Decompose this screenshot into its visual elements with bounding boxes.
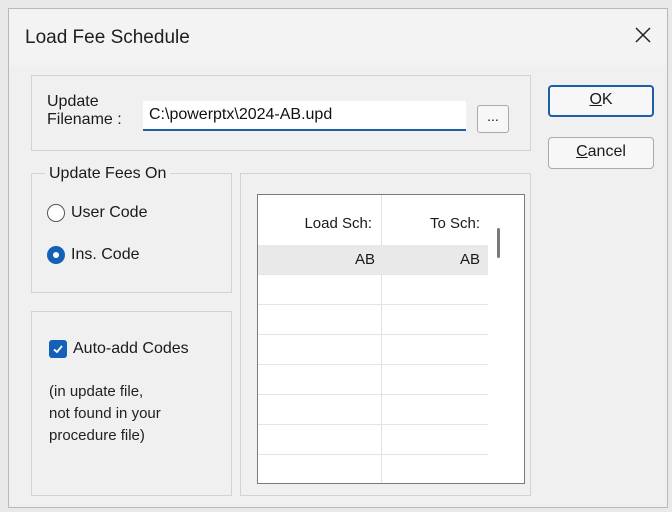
- update-fees-legend: Update Fees On: [45, 165, 171, 183]
- table-row[interactable]: [258, 335, 488, 365]
- title-bar: Load Fee Schedule: [9, 9, 667, 65]
- ok-mnemonic: O: [589, 91, 602, 108]
- radio-ins-code-control[interactable]: [47, 246, 65, 264]
- grid-header: Load Sch: To Sch:: [258, 195, 524, 245]
- table-row[interactable]: [258, 395, 488, 425]
- col-header-to-sch: To Sch:: [429, 215, 480, 232]
- close-icon: [635, 27, 651, 43]
- grid-scrollbar-thumb[interactable]: [497, 228, 500, 258]
- auto-add-note-line1: (in update file,: [49, 383, 144, 400]
- radio-user-code-label: User Code: [71, 204, 148, 221]
- auto-add-codes-label: Auto-add Codes: [73, 340, 189, 357]
- col-header-load-sch: Load Sch:: [304, 215, 372, 232]
- auto-add-note-line2: not found in your: [49, 405, 161, 422]
- radio-user-code-control[interactable]: [47, 204, 65, 222]
- update-fees-group: [31, 173, 232, 293]
- update-filename-input[interactable]: [143, 101, 466, 131]
- radio-ins-code-label: Ins. Code: [71, 246, 140, 263]
- table-row[interactable]: [258, 275, 488, 305]
- cancel-label-rest: ancel: [587, 143, 626, 160]
- checkbox-checked-icon[interactable]: [49, 340, 67, 358]
- radio-user-code[interactable]: User Code: [47, 202, 147, 224]
- auto-add-note-line3: procedure file): [49, 427, 145, 444]
- schedule-grid[interactable]: Load Sch: To Sch: AB AB: [257, 194, 525, 484]
- filename-label-line1: Update: [47, 93, 99, 110]
- browse-button[interactable]: ...: [477, 105, 509, 133]
- auto-add-note: (in update file, not found in your proce…: [49, 381, 161, 447]
- close-button[interactable]: [625, 19, 661, 51]
- table-row[interactable]: [258, 455, 488, 483]
- ok-button[interactable]: OK: [548, 85, 654, 117]
- auto-add-codes-checkbox[interactable]: Auto-add Codes: [49, 340, 189, 358]
- table-row[interactable]: [258, 305, 488, 335]
- table-row[interactable]: [258, 425, 488, 455]
- cell-load-sch[interactable]: AB: [355, 245, 375, 275]
- table-row[interactable]: [258, 365, 488, 395]
- table-row[interactable]: AB AB: [258, 245, 488, 275]
- radio-ins-code[interactable]: Ins. Code: [47, 244, 139, 266]
- ok-label-rest: K: [601, 91, 613, 108]
- dialog-title: Load Fee Schedule: [25, 27, 190, 48]
- load-fee-schedule-dialog: Load Fee Schedule Update Filename : ... …: [8, 8, 668, 508]
- cancel-mnemonic: C: [576, 143, 588, 160]
- cancel-button[interactable]: Cancel: [548, 137, 654, 169]
- cell-to-sch[interactable]: AB: [460, 245, 480, 275]
- filename-label-line2: Filename :: [47, 111, 122, 128]
